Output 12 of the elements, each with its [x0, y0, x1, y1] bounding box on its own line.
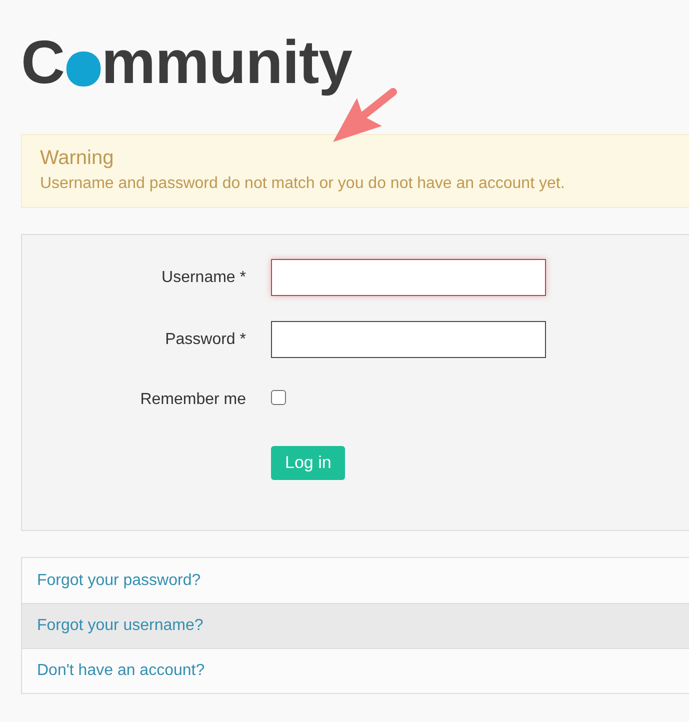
password-field[interactable]	[271, 321, 546, 358]
field-label: Username *	[162, 268, 246, 286]
field-label: Password *	[165, 330, 246, 348]
help-link[interactable]: Don't have an account?	[37, 662, 205, 680]
alert-title: Warning	[40, 146, 114, 170]
login-button[interactable]: Log in	[271, 446, 346, 480]
help-link[interactable]: Forgot your password?	[37, 572, 201, 590]
help-link[interactable]: Forgot your username?	[37, 617, 204, 635]
field-label: Remember me	[140, 391, 246, 409]
username-field[interactable]	[271, 259, 546, 296]
alert-message: Username and password do not match or you do not have an account yet.	[40, 174, 565, 194]
checkbox[interactable]	[271, 390, 286, 404]
